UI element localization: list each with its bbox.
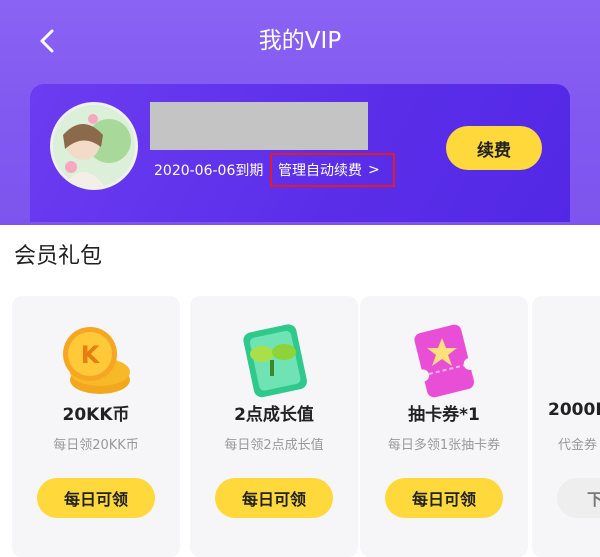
claim-button-disabled[interactable]: 下 [557, 478, 600, 518]
auto-renew-label: 管理自动续费 [278, 163, 362, 179]
ticket-icon [402, 318, 486, 402]
gift-desc: 每日多领1张抽卡券 [387, 438, 501, 453]
gift-carousel[interactable]: K 20KK币 每日领20KK币 每日可领 2点成长值 每日领2点成长值 每日可… [0, 296, 600, 557]
gift-desc: 每日领20KK币 [53, 438, 139, 453]
gift-name: 抽卡券*1 [408, 405, 480, 425]
gift-desc: 代金券 [558, 438, 598, 453]
svg-text:K: K [81, 341, 101, 369]
avatar-image [53, 105, 135, 187]
gift-name: 20KK币 [62, 405, 130, 425]
gift-name: 2000K [548, 400, 600, 420]
claim-daily-button[interactable]: 每日可领 [385, 478, 503, 518]
gift-name: 2点成长值 [234, 405, 314, 425]
gift-desc: 每日领2点成长值 [224, 438, 324, 453]
nav-bar: 我的VIP [0, 0, 600, 84]
growth-card-icon [232, 318, 316, 402]
section-title: 会员礼包 [14, 244, 103, 269]
gift-card-coins: K 20KK币 每日领20KK币 每日可领 [12, 296, 180, 557]
coin-icon: K [54, 318, 138, 402]
claim-daily-button[interactable]: 每日可领 [37, 478, 155, 518]
gift-card-ticket: 抽卡券*1 每日多领1张抽卡券 每日可领 [360, 296, 528, 557]
avatar[interactable] [50, 102, 138, 190]
gift-card-growth: 2点成长值 每日领2点成长值 每日可领 [190, 296, 358, 557]
claim-daily-button[interactable]: 每日可领 [215, 478, 333, 518]
page-title: 我的VIP [258, 28, 342, 54]
renew-button[interactable]: 续费 [446, 126, 542, 170]
vip-card: 2020-06-06到期 管理自动续费 > 续费 [30, 84, 570, 222]
chevron-right-icon: > [368, 162, 380, 178]
username-redacted [150, 102, 368, 150]
expire-date: 2020-06-06到期 [154, 163, 264, 179]
voucher-icon [574, 318, 600, 402]
manage-auto-renew-link[interactable]: 管理自动续费 > [270, 153, 395, 187]
gift-card-voucher: 2000K 代金券 下 [532, 296, 600, 557]
